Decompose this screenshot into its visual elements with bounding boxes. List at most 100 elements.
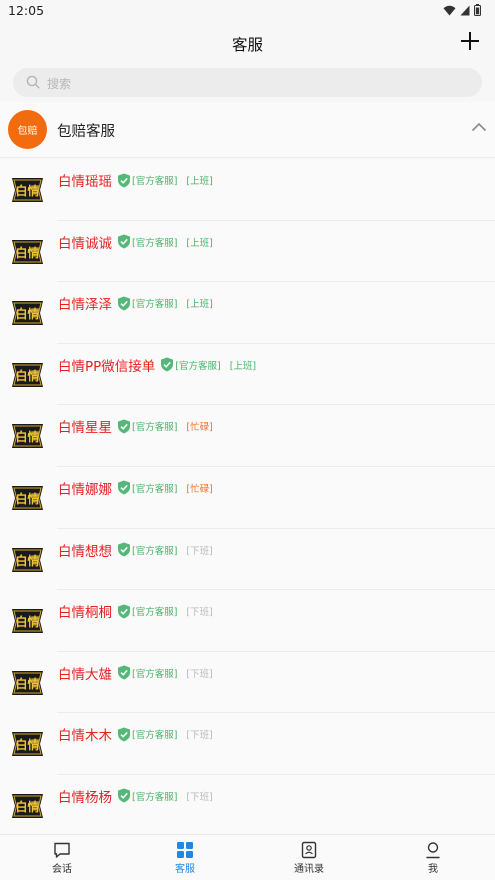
agent-avatar-logo: 白情 xyxy=(12,670,43,695)
verified-shield-icon xyxy=(118,788,130,803)
nav-item-me[interactable]: 我 xyxy=(403,841,463,875)
search-icon xyxy=(26,75,40,89)
status-badge: [下班] xyxy=(186,668,213,680)
agent-name: 白情桐桐 xyxy=(58,605,112,622)
service-agent-row[interactable]: 白情 白情泽泽 [官方客服] [上班] xyxy=(0,282,495,344)
grid-icon xyxy=(177,842,193,858)
status-badge: [下班] xyxy=(186,545,213,557)
service-agent-row[interactable]: 白情 白情诚诚 [官方客服] [上班] xyxy=(0,220,495,283)
svg-text:白情: 白情 xyxy=(15,737,39,752)
bottom-nav: 会话 客服 通讯录 我 xyxy=(0,834,495,880)
status-badge: [下班] xyxy=(186,730,213,742)
nav-item-chat[interactable]: 会话 xyxy=(32,841,92,875)
official-tag: [官方客服] xyxy=(132,237,178,249)
status-time: 12:05 xyxy=(8,3,45,18)
svg-text:白情: 白情 xyxy=(15,368,39,383)
svg-text:白情: 白情 xyxy=(15,676,39,691)
svg-text:白情: 白情 xyxy=(15,799,39,814)
svg-text:白情: 白情 xyxy=(15,183,39,198)
chat-icon xyxy=(54,842,70,858)
nav-label-chat: 会话 xyxy=(52,864,72,875)
status-badge: [忙碌] xyxy=(186,422,213,434)
agent-name: 白情诚诚 xyxy=(58,235,112,252)
search-input[interactable]: 搜索 xyxy=(13,68,482,97)
status-bar: 12:05 xyxy=(0,0,495,22)
svg-text:白情: 白情 xyxy=(15,429,39,444)
group-title: 包赔客服 xyxy=(57,124,115,140)
status-badge: [下班] xyxy=(186,607,213,619)
svg-text:白情: 白情 xyxy=(15,306,39,321)
service-agent-row[interactable]: 白情 白情娜娜 [官方客服] [忙碌] xyxy=(0,466,495,529)
nav-item-service[interactable]: 客服 xyxy=(155,841,215,875)
agent-name: 白情泽泽 xyxy=(58,297,112,314)
status-badge: [上班] xyxy=(186,176,213,187)
agent-info: 白情星星 [官方客服] [忙碌] xyxy=(58,416,213,436)
user-icon xyxy=(426,842,440,859)
search-placeholder: 搜索 xyxy=(47,77,72,91)
verified-shield-icon xyxy=(118,234,130,249)
verified-shield-icon xyxy=(161,357,174,372)
service-agent-row[interactable]: 白情 白情木木 [官方客服] [下班] xyxy=(0,713,495,775)
agent-name: 白情娜娜 xyxy=(58,481,112,498)
agent-avatar-logo: 白情 xyxy=(12,178,43,202)
service-agent-row[interactable]: 白情 白情大雄 [官方客服] [下班] xyxy=(0,651,495,714)
agent-info: 白情桐桐 [官方客服] [下班] xyxy=(58,601,213,621)
nav-item-contacts[interactable]: 通讯录 xyxy=(279,841,339,875)
official-tag: [官方客服] xyxy=(132,791,178,803)
official-tag: [官方客服] xyxy=(132,176,178,187)
status-badge: [下班] xyxy=(186,791,213,803)
agent-avatar-logo: 白情 xyxy=(12,239,43,264)
agent-avatar-logo: 白情 xyxy=(12,793,43,818)
agent-info: 白情想想 [官方客服] [下班] xyxy=(58,540,213,560)
status-badge: [上班] xyxy=(229,360,257,372)
official-tag: [官方客服] xyxy=(132,730,178,742)
agent-avatar-logo: 白情 xyxy=(12,424,43,449)
agent-info: 白情PP微信接单 [官方客服] [上班] xyxy=(58,355,256,375)
service-agent-row[interactable]: 白情 白情想想 [官方客服] [下班] xyxy=(0,528,495,591)
service-agent-row[interactable]: 白情 白情瑶瑶 [官方客服] [上班] xyxy=(0,159,495,221)
svg-text:白情: 白情 xyxy=(15,491,39,506)
agent-info: 白情木木 [官方客服] [下班] xyxy=(58,724,213,744)
nav-label-me: 我 xyxy=(428,864,438,875)
agent-name: 白情PP微信接单 xyxy=(58,358,156,375)
wifi-icon xyxy=(443,5,456,15)
verified-shield-icon xyxy=(118,604,130,619)
verified-shield-icon xyxy=(118,665,130,680)
verified-shield-icon xyxy=(118,727,130,742)
agent-avatar-logo: 白情 xyxy=(12,609,43,634)
agent-avatar-logo: 白情 xyxy=(12,362,43,387)
agent-avatar-logo: 白情 xyxy=(12,732,43,757)
service-agent-row[interactable]: 白情 白情桐桐 [官方客服] [下班] xyxy=(0,590,495,652)
service-agent-row[interactable]: 白情 白情杨杨 [官方客服] [下班] xyxy=(0,774,495,837)
svg-text:白情: 白情 xyxy=(15,553,39,568)
agent-avatar-logo: 白情 xyxy=(12,485,43,510)
page-title: 客服 xyxy=(231,36,263,54)
contacts-icon xyxy=(301,841,317,859)
signal-icon xyxy=(460,5,470,15)
add-icon[interactable] xyxy=(459,30,481,52)
official-tag: [官方客服] xyxy=(132,483,178,495)
svg-text:白情: 白情 xyxy=(15,245,39,260)
status-badge: [忙碌] xyxy=(186,483,213,495)
chevron-up-icon[interactable] xyxy=(471,122,487,132)
service-agent-row[interactable]: 白情 白情PP微信接单 [官方客服] [上班] xyxy=(0,343,495,406)
agent-info: 白情泽泽 [官方客服] [上班] xyxy=(58,293,213,313)
group-header[interactable]: 包赔 包赔客服 xyxy=(0,102,495,158)
agent-name: 白情杨杨 xyxy=(58,789,112,806)
top-bar: 客服 xyxy=(0,22,495,64)
service-list: 白情 白情瑶瑶 [官方客服] [上班] 白情 白情诚诚 [官方客服] [上班] 白情 白情泽泽 [官… xyxy=(0,159,495,837)
agent-avatar-logo: 白情 xyxy=(12,547,43,572)
nav-label-service: 客服 xyxy=(175,864,195,875)
service-agent-row[interactable]: 白情 白情星星 [官方客服] [忙碌] xyxy=(0,405,495,467)
agent-name: 白情大雄 xyxy=(58,666,112,683)
agent-name: 白情星星 xyxy=(58,420,112,437)
status-icons xyxy=(443,4,481,16)
battery-icon xyxy=(474,4,481,16)
verified-shield-icon xyxy=(118,419,130,434)
agent-name: 白情木木 xyxy=(58,728,112,745)
agent-info: 白情杨杨 [官方客服] [下班] xyxy=(58,786,213,806)
status-badge: [上班] xyxy=(186,237,213,249)
verified-shield-icon xyxy=(118,173,130,187)
official-tag: [官方客服] xyxy=(132,668,178,680)
status-badge: [上班] xyxy=(186,299,213,311)
